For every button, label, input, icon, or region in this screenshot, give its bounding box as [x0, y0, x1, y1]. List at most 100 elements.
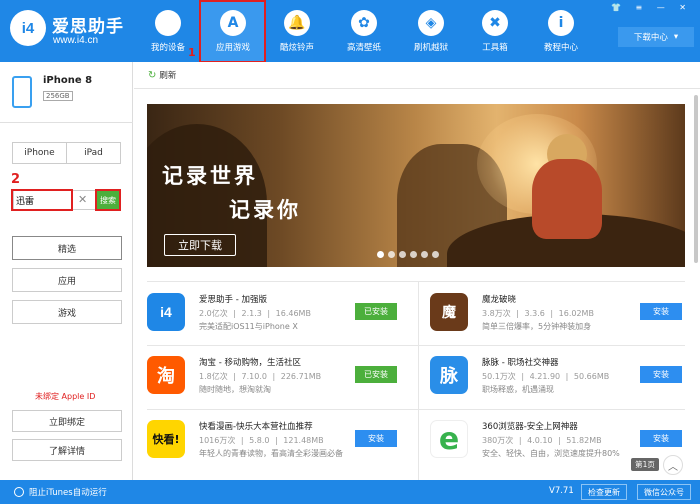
carousel-dot[interactable]: [421, 251, 428, 258]
app-list-item[interactable]: 脉 脉脉 - 职场社交神器 50.1万次 | 4.21.90 | 50.66MB…: [430, 356, 700, 414]
download-center-button[interactable]: 下载中心 ▾: [618, 27, 694, 47]
app-description: 简单三倍爆率，5分钟神装加身: [482, 322, 592, 331]
nav-tutorials[interactable]: i 教程中心: [531, 0, 591, 62]
app-name: 淘宝 - 移动购物，生活社区: [199, 358, 301, 368]
scrollbar[interactable]: [694, 95, 698, 263]
app-description: 年轻人的青春读物，看高清全彩漫画必备: [199, 449, 343, 458]
app-description: 职场释惑，机遇涌现: [482, 385, 554, 394]
app-icon: 快看!: [147, 420, 185, 458]
app-icon: 脉: [430, 356, 468, 394]
apple-icon: [155, 10, 181, 36]
chevron-down-icon: ▾: [673, 32, 679, 42]
apple-id-status: 未绑定 Apple ID: [35, 392, 96, 401]
refresh-button[interactable]: ↻ 刷新: [148, 69, 176, 81]
banner-headline-2: 记录你: [229, 197, 301, 222]
window-controls[interactable]: 👕 ≡ — ✕: [611, 3, 692, 12]
status-bar: 阻止iTunes自动运行 V7.71 检查更新 微信公众号: [0, 480, 700, 504]
category-featured[interactable]: 精选: [12, 236, 122, 260]
installed-button[interactable]: 已安装: [355, 303, 397, 320]
app-stats: 2.0亿次 | 2.1.3 | 16.46MB: [199, 309, 311, 318]
banner-download-button[interactable]: 立即下载: [164, 234, 236, 256]
app-version: 4.0.10: [527, 436, 553, 445]
install-button[interactable]: 安装: [355, 430, 397, 447]
wechat-button[interactable]: 微信公众号: [637, 484, 691, 500]
block-itunes-toggle[interactable]: 阻止iTunes自动运行: [14, 486, 107, 498]
clear-icon[interactable]: ✕: [78, 193, 87, 206]
app-downloads: 1.8亿次: [199, 372, 228, 381]
app-icon: 淘: [147, 356, 185, 394]
install-button[interactable]: 安装: [640, 303, 682, 320]
learn-more-button[interactable]: 了解详情: [12, 439, 122, 461]
device-capacity: 256GB: [43, 91, 73, 101]
app-version: 2.1.3: [241, 309, 262, 318]
install-button[interactable]: 安装: [640, 366, 682, 383]
nav-flash-jailbreak[interactable]: ◈ 刷机越狱: [401, 0, 461, 62]
app-name: 脉脉 - 职场社交神器: [482, 358, 559, 368]
category-games[interactable]: 游戏: [12, 300, 122, 324]
app-size: 51.82MB: [566, 436, 602, 445]
nav-label: 教程中心: [543, 43, 578, 53]
nav-wallpapers[interactable]: ✿ 高清壁纸: [334, 0, 394, 62]
highlight-box-search: [95, 189, 121, 211]
refresh-label: 刷新: [159, 71, 177, 81]
app-name: 爱思助手 - 加强版: [199, 295, 267, 305]
app-version-label: V7.71: [549, 486, 574, 496]
category-apps[interactable]: 应用: [12, 268, 122, 292]
app-name: 360浏览器-安全上网神器: [482, 422, 578, 432]
circle-icon: [14, 487, 24, 497]
app-size: 50.66MB: [573, 372, 610, 381]
nav-label: 酷炫铃声: [279, 43, 314, 53]
bind-now-button[interactable]: 立即绑定: [12, 410, 122, 432]
app-size: 16.46MB: [275, 309, 311, 318]
device-name: iPhone 8: [43, 75, 93, 86]
app-icon: e: [430, 420, 468, 458]
carousel-dot[interactable]: [410, 251, 417, 258]
app-downloads: 3.8万次: [482, 309, 511, 318]
carousel-dot[interactable]: [377, 251, 384, 258]
app-stats: 380万次 | 4.0.10 | 51.82MB: [482, 436, 602, 445]
i4-logo: i4: [10, 10, 46, 46]
tab-ipad[interactable]: iPad: [66, 142, 121, 164]
carousel-dot[interactable]: [432, 251, 439, 258]
app-description: 安全、轻快、自由，浏览速度提升80%: [482, 449, 620, 458]
tab-iphone[interactable]: iPhone: [12, 142, 67, 164]
app-list-item[interactable]: 魔 魔龙破晓 3.8万次 | 3.3.6 | 16.02MB 简单三倍爆率，5分…: [430, 293, 700, 351]
install-button[interactable]: 安装: [640, 430, 682, 447]
check-update-button[interactable]: 检查更新: [581, 484, 627, 500]
app-stats: 3.8万次 | 3.3.6 | 16.02MB: [482, 309, 594, 318]
highlight-box-nav: [199, 0, 266, 63]
app-list-item[interactable]: e 360浏览器-安全上网神器 380万次 | 4.0.10 | 51.82MB…: [430, 420, 700, 478]
block-itunes-label: 阻止iTunes自动运行: [29, 488, 107, 498]
nav-label: 我的设备: [150, 43, 185, 53]
app-downloads: 50.1万次: [482, 372, 516, 381]
app-downloads: 380万次: [482, 436, 514, 445]
download-center-label: 下载中心: [633, 33, 668, 43]
carousel-dot[interactable]: [399, 251, 406, 258]
scroll-top-button[interactable]: ︿: [663, 455, 683, 475]
brand-name: 爱思助手: [52, 17, 124, 37]
app-version: 5.8.0: [249, 436, 270, 445]
nav-ringtones[interactable]: 🔔 酷炫铃声: [267, 0, 327, 62]
app-list-item[interactable]: i4 爱思助手 - 加强版 2.0亿次 | 2.1.3 | 16.46MB 完美…: [147, 293, 417, 351]
carousel-dot[interactable]: [388, 251, 395, 258]
app-icon: i4: [147, 293, 185, 331]
app-size: 121.48MB: [283, 436, 324, 445]
carousel-dots: [377, 251, 439, 258]
installed-button[interactable]: 已安装: [355, 366, 397, 383]
divider: [147, 281, 685, 282]
nav-toolbox[interactable]: ✖ 工具箱: [465, 0, 525, 62]
app-size: 16.02MB: [558, 309, 594, 318]
divider: [134, 88, 700, 89]
banner-headline-1: 记录世界: [162, 163, 258, 188]
refresh-icon: ↻: [148, 70, 157, 81]
app-list-item[interactable]: 快看! 快看漫画-快乐大本营社血推荐 1016万次 | 5.8.0 | 121.…: [147, 420, 417, 478]
page-indicator: 第1页: [631, 458, 659, 471]
app-list-item[interactable]: 淘 淘宝 - 移动购物，生活社区 1.8亿次 | 7.10.0 | 226.71…: [147, 356, 417, 414]
app-stats: 1.8亿次 | 7.10.0 | 226.71MB: [199, 372, 322, 381]
nav-label: 刷机越狱: [413, 43, 448, 53]
promo-banner[interactable]: 记录世界 记录你 立即下载: [147, 104, 685, 267]
nav-label: 高清壁纸: [346, 43, 381, 53]
banner-figure: [532, 159, 602, 239]
app-stats: 50.1万次 | 4.21.90 | 50.66MB: [482, 372, 610, 381]
app-version: 3.3.6: [524, 309, 545, 318]
